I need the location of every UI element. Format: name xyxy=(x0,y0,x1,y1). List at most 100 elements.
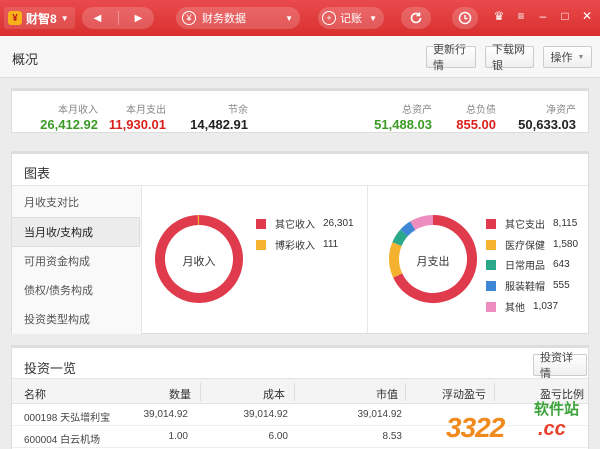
legend-value: 643 xyxy=(553,259,570,270)
stat-label: 本月支出 xyxy=(126,105,166,116)
finance-data-button[interactable]: ¥ 财务数据 ▼ xyxy=(176,7,300,29)
watermark-number: 3322 xyxy=(446,412,505,443)
watermark-site-name: 软件站 xyxy=(534,401,580,418)
stat-value: 14,482.91 xyxy=(190,117,248,132)
stat-value: 50,633.03 xyxy=(518,117,576,132)
legend-swatch xyxy=(256,218,266,229)
legend-item: 其他 1,037 xyxy=(486,299,558,314)
legend-swatch xyxy=(486,218,496,229)
cell-name: 600004 白云机场 xyxy=(24,435,101,446)
download-bank-button[interactable]: 下载网银 xyxy=(485,44,534,72)
legend-swatch xyxy=(486,259,496,270)
stat-label: 本月收入 xyxy=(58,105,98,116)
watermark-logo: 3322 软件站 .cc xyxy=(438,394,600,449)
investment-details-button[interactable]: 投资详情 xyxy=(533,352,587,380)
stat-net-assets: 净资产 50,633.03 xyxy=(506,101,576,132)
legend-label: 医疗保健 xyxy=(505,241,545,252)
divider xyxy=(200,383,201,401)
sidebar-item-month-composition[interactable]: 当月收/支构成 xyxy=(12,217,140,247)
operations-label: 操作 xyxy=(550,52,573,64)
legend-label: 博彩收入 xyxy=(275,241,315,252)
stat-value: 855.00 xyxy=(456,117,496,132)
sidebar-item-monthly-compare[interactable]: 月收支对比 xyxy=(12,188,142,218)
operations-button[interactable]: 操作 ▼ xyxy=(543,46,592,68)
cell-value: 39,014.92 xyxy=(357,409,403,420)
cell-cost: 6.00 xyxy=(268,431,288,442)
charts-card: 图表 月收支对比 当月收/支构成 可用资金构成 债权/债务构成 投资类型构成 月… xyxy=(11,151,589,334)
legend-item: 博彩收入 111 xyxy=(256,237,338,252)
stat-label: 总负债 xyxy=(466,105,496,116)
summary-card: 本月收入 26,412.92 本月支出 11,930.01 节余 14,482.… xyxy=(11,88,589,133)
legend-value: 26,301 xyxy=(323,218,354,229)
sync-button[interactable] xyxy=(401,7,431,29)
legend-item: 服装鞋帽 555 xyxy=(486,278,570,293)
stat-value: 26,412.92 xyxy=(40,117,98,132)
sync-icon xyxy=(410,12,422,24)
legend-value: 8,115 xyxy=(553,218,578,229)
plus-icon: + xyxy=(322,11,336,25)
skin-icon[interactable]: ♛ xyxy=(492,9,506,23)
legend-label: 日常用品 xyxy=(505,261,545,272)
stat-value: 51,488.03 xyxy=(374,117,432,132)
stat-month-expense: 本月支出 11,930.01 xyxy=(104,101,166,132)
forward-button[interactable]: ▶ xyxy=(128,13,150,24)
sidebar-item-debt-composition[interactable]: 债权/债务构成 xyxy=(12,276,142,306)
stat-label: 节余 xyxy=(228,105,248,116)
watermark-tld: .cc xyxy=(538,418,566,440)
close-icon[interactable]: ✕ xyxy=(580,9,594,23)
divider xyxy=(294,383,295,401)
title-bar: ¥ 财智8 ▼ ◀ ▶ ¥ 财务数据 ▼ + 记账 ▼ ♛ ≡ – □ ✕ xyxy=(0,0,600,36)
clock-icon xyxy=(458,11,472,25)
chevron-down-icon: ▼ xyxy=(369,13,377,23)
chevron-down-icon: ▼ xyxy=(577,53,585,61)
column-header-cost[interactable]: 成本 xyxy=(263,386,285,402)
menu-icon[interactable]: ≡ xyxy=(514,9,528,23)
finance-data-label: 财务数据 xyxy=(202,13,246,25)
chevron-down-icon: ▼ xyxy=(285,13,293,23)
chart-type-sidebar: 月收支对比 当月收/支构成 可用资金构成 债权/债务构成 投资类型构成 xyxy=(12,186,142,334)
reminder-button[interactable] xyxy=(452,7,478,29)
legend-swatch xyxy=(486,301,496,312)
minimize-icon[interactable]: – xyxy=(536,9,550,23)
record-label: 记账 xyxy=(340,13,362,25)
expense-chart-title: 月支出 xyxy=(416,256,450,268)
sidebar-item-investment-types[interactable]: 投资类型构成 xyxy=(12,305,142,335)
record-button[interactable]: + 记账 ▼ xyxy=(318,7,384,29)
legend-label: 服装鞋帽 xyxy=(505,282,545,293)
page-title: 概况 xyxy=(12,52,39,67)
stat-month-income: 本月收入 26,412.92 xyxy=(26,101,98,132)
legend-item: 其它收入 26,301 xyxy=(256,216,354,231)
legend-label: 其它收入 xyxy=(275,220,315,231)
legend-value: 1,580 xyxy=(553,239,579,250)
nav-group: ◀ ▶ xyxy=(82,7,154,29)
legend-value: 111 xyxy=(323,239,339,250)
legend-swatch xyxy=(486,280,496,291)
stat-total-assets: 总资产 51,488.03 xyxy=(362,101,432,132)
legend-value: 555 xyxy=(553,280,570,291)
expense-slice-2 xyxy=(389,242,403,278)
stat-value: 11,930.01 xyxy=(108,117,166,132)
column-header-qty[interactable]: 数量 xyxy=(169,386,191,402)
stat-label: 净资产 xyxy=(546,105,576,116)
expense-slice-4 xyxy=(400,221,416,237)
chevron-down-icon: ▼ xyxy=(60,13,69,23)
column-header-name[interactable]: 名称 xyxy=(24,386,46,402)
app-menu-button[interactable]: ¥ 财智8 ▼ xyxy=(4,7,75,29)
legend-item: 日常用品 643 xyxy=(486,257,570,272)
legend-swatch xyxy=(486,239,496,250)
column-header-value[interactable]: 市值 xyxy=(376,386,398,402)
legend-item: 医疗保健 1,580 xyxy=(486,237,578,252)
stat-label: 总资产 xyxy=(402,105,432,116)
sidebar-item-available-funds[interactable]: 可用资金构成 xyxy=(12,247,142,277)
update-quotes-button[interactable]: 更新行情 xyxy=(426,44,476,72)
expense-slice-3 xyxy=(392,229,408,247)
maximize-icon[interactable]: □ xyxy=(558,9,572,23)
back-button[interactable]: ◀ xyxy=(87,13,109,24)
expense-slice-5 xyxy=(410,215,434,231)
legend-value: 1,037 xyxy=(533,301,559,312)
app-name: 财智8 xyxy=(26,11,57,26)
divider xyxy=(367,186,368,334)
cell-name: 000198 天弘增利宝 xyxy=(24,413,111,424)
yen-icon: ¥ xyxy=(182,11,196,25)
legend-item: 其它支出 8,115 xyxy=(486,216,577,231)
